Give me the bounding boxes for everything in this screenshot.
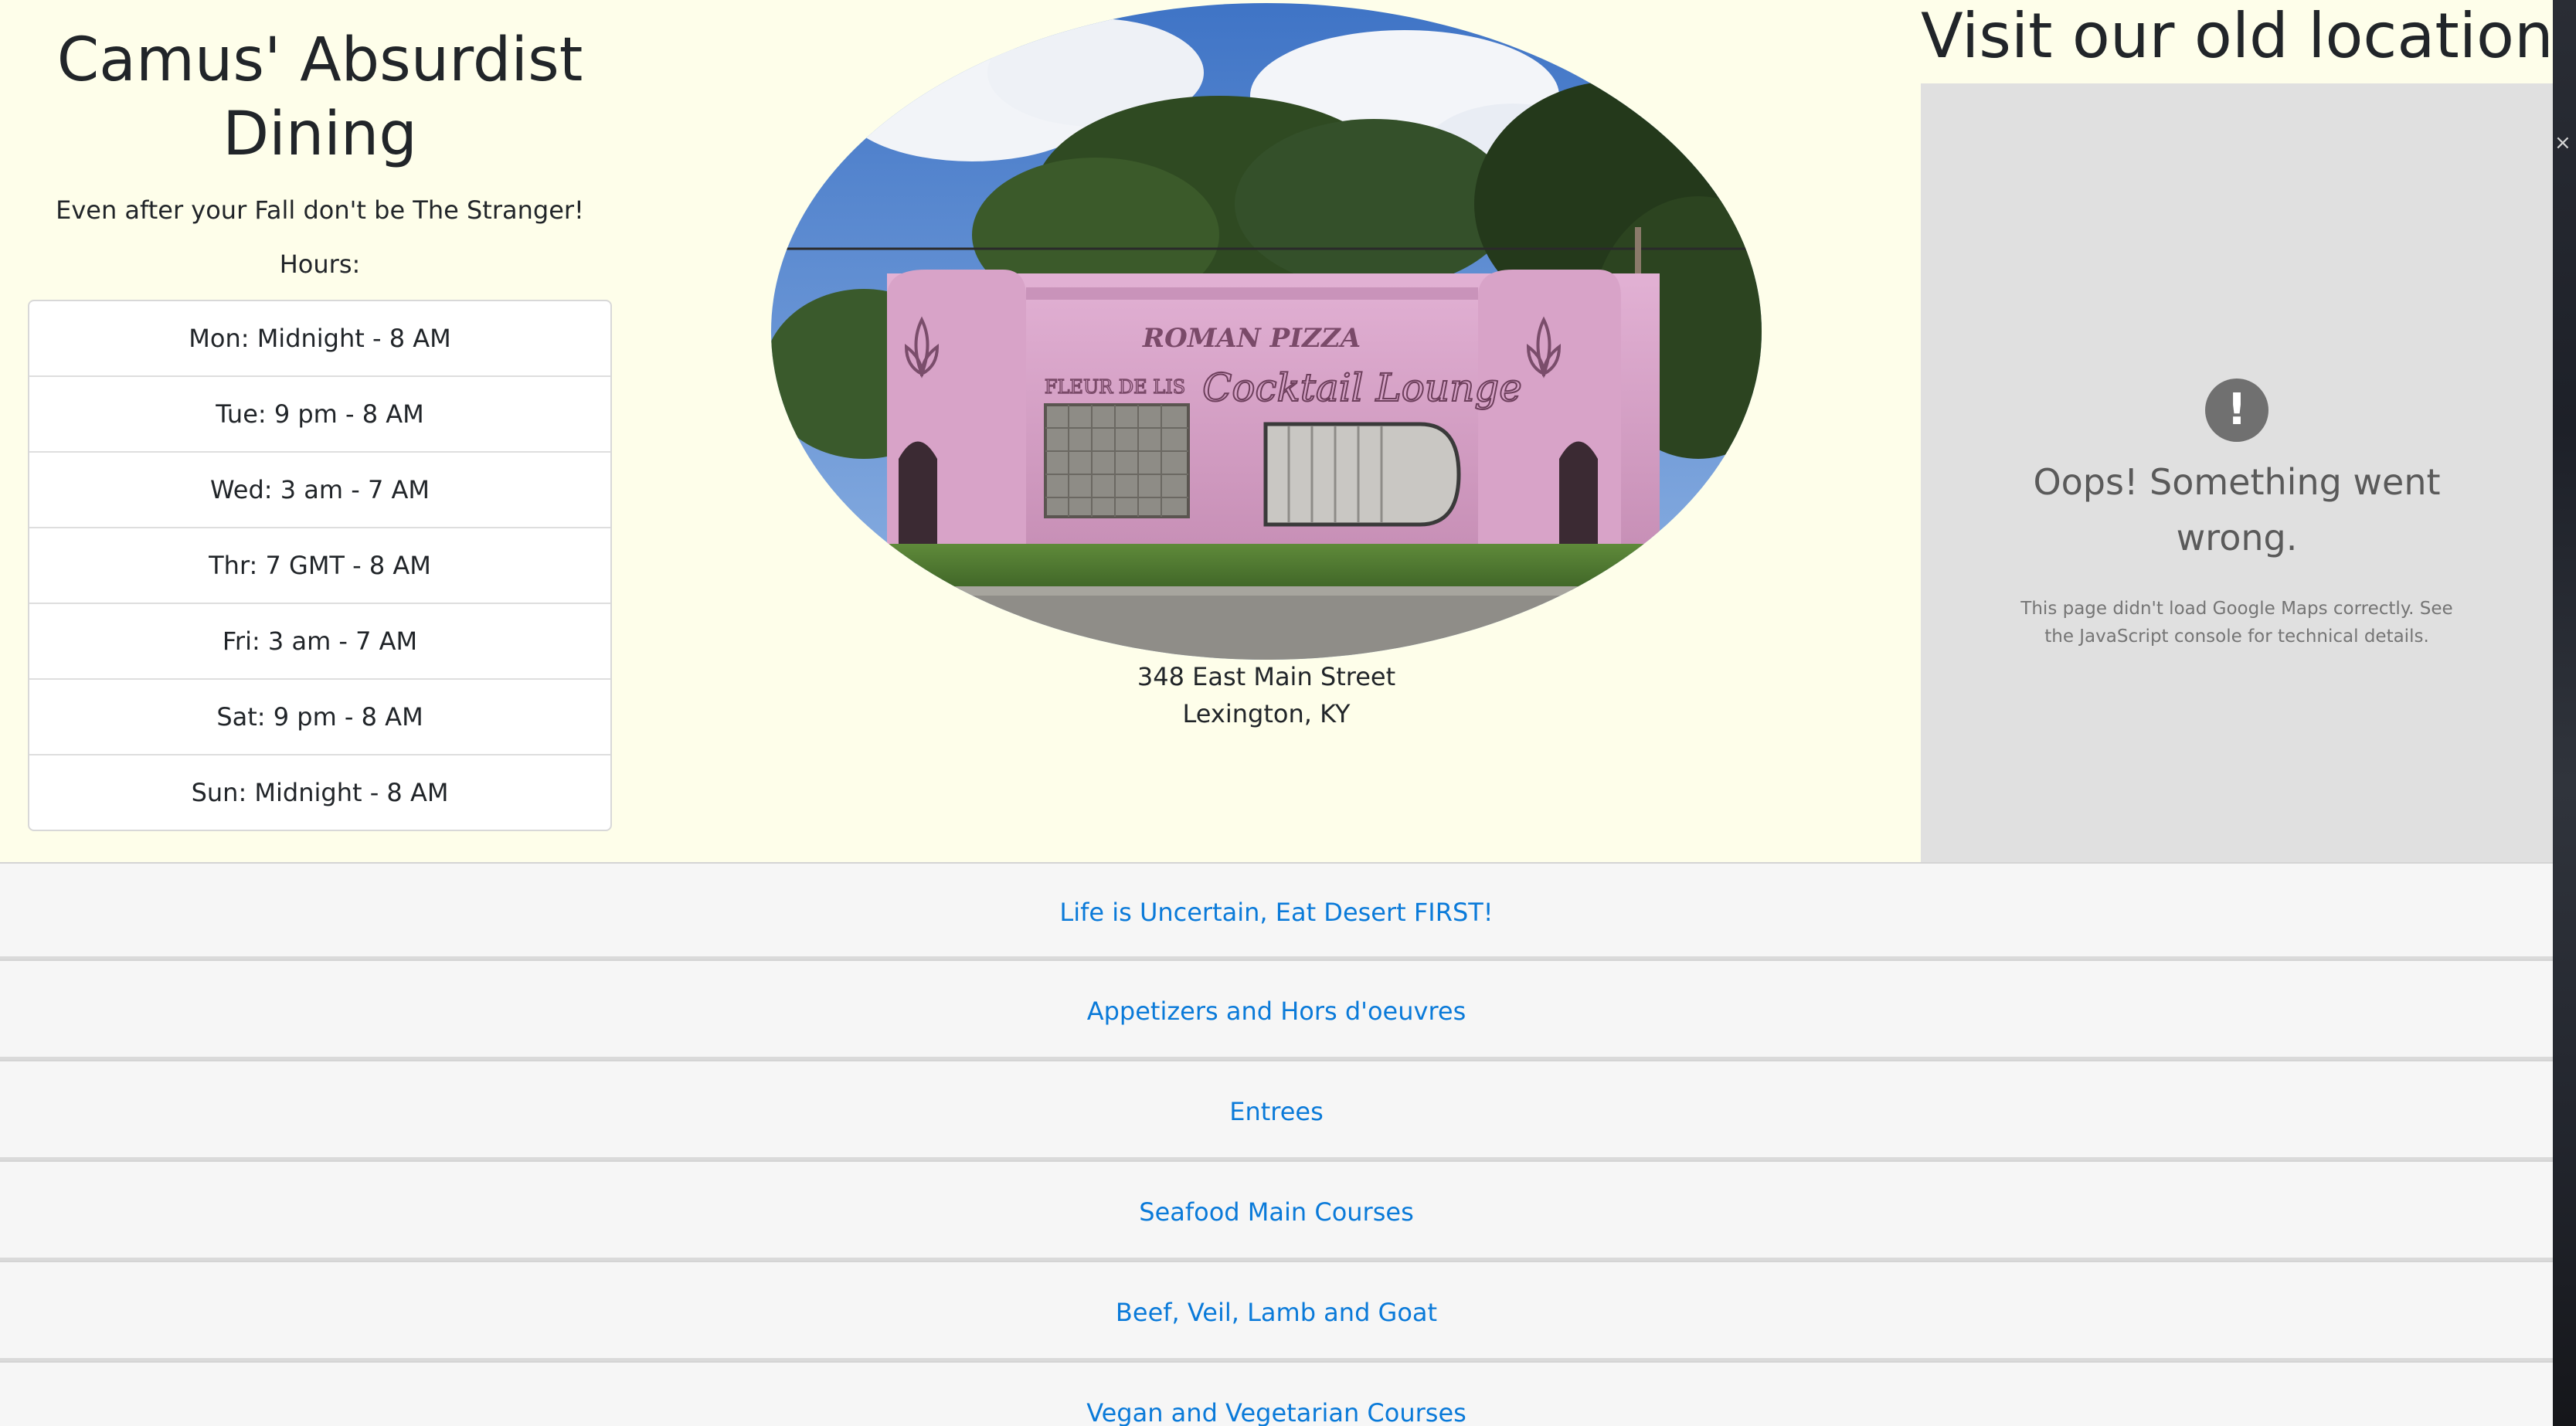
address-street: 348 East Main Street <box>1137 662 1396 691</box>
menu-item-entrees[interactable]: Entrees <box>0 1060 2553 1160</box>
exclamation-circle-icon: ! <box>2205 379 2268 442</box>
address: 348 East Main Street Lexington, KY <box>966 658 1567 732</box>
menu-item-beef-lamb-goat[interactable]: Beef, Veil, Lamb and Goat <box>0 1261 2553 1361</box>
menu-item-vegan[interactable]: Vegan and Vegetarian Courses <box>0 1361 2553 1426</box>
hours-item-thu: Thr: 7 GMT - 8 AM <box>29 528 610 604</box>
hours-item-sat: Sat: 9 pm - 8 AM <box>29 680 610 755</box>
address-city: Lexington, KY <box>1182 699 1351 728</box>
restaurant-photo: ROMAN PIZZA FLEUR DE LIS Cocktail Lounge <box>771 3 1762 660</box>
map-title: Visit our old location! <box>1921 0 2553 72</box>
map-error-title: Oops! Something went wrong. <box>2033 461 2441 559</box>
restaurant-info: Camus' Absurdist Dining Even after your … <box>28 23 612 831</box>
site-title: Camus' Absurdist Dining <box>56 25 583 169</box>
sign-cocktail-lounge: Cocktail Lounge <box>1202 365 1522 410</box>
tagline: Even after your Fall don't be The Strang… <box>56 195 584 225</box>
page: Camus' Absurdist Dining Even after your … <box>0 0 2553 1426</box>
sign-side-text: FLEUR DE LIS <box>1045 376 1185 398</box>
menu-item-desserts[interactable]: Life is Uncertain, Eat Desert FIRST! <box>0 862 2553 959</box>
hours-item-sun: Sun: Midnight - 8 AM <box>191 778 449 807</box>
hours-item-wed: Wed: 3 am - 7 AM <box>29 453 610 528</box>
hours-item-fri: Fri: 3 am - 7 AM <box>29 604 610 680</box>
menu-item-appetizers[interactable]: Appetizers and Hors d'oeuvres <box>0 959 2553 1060</box>
hours-item-mon: Mon: Midnight - 8 AM <box>29 301 610 377</box>
hours-label: Hours: <box>279 250 361 279</box>
hours-item-tue: Tue: 9 pm - 8 AM <box>29 377 610 453</box>
menu-categories: Life is Uncertain, Eat Desert FIRST! App… <box>0 862 2553 1426</box>
sign-roman-pizza: ROMAN PIZZA <box>1142 323 1361 354</box>
google-map[interactable]: ! Oops! Something went wrong. This page … <box>1921 83 2553 862</box>
hours-list: Mon: Midnight - 8 AM Tue: 9 pm - 8 AM We… <box>28 300 612 831</box>
map-error-detail: This page didn't load Google Maps correc… <box>2020 599 2453 647</box>
menu-item-seafood[interactable]: Seafood Main Courses <box>0 1160 2553 1261</box>
background-strip: × <box>2553 0 2576 1426</box>
